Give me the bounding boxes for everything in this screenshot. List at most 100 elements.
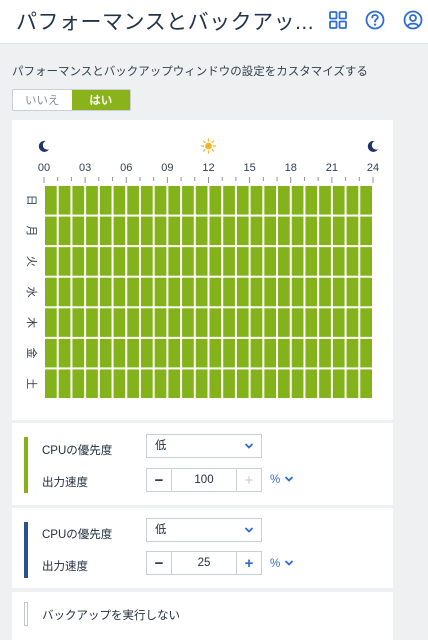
schedule-cell[interactable] xyxy=(236,338,249,368)
schedule-cell[interactable] xyxy=(127,186,139,215)
schedule-cell[interactable] xyxy=(264,247,277,276)
schedule-cell[interactable] xyxy=(250,277,263,307)
schedule-cell[interactable] xyxy=(99,186,112,215)
schedule-cell[interactable] xyxy=(250,338,263,368)
schedule-cell[interactable] xyxy=(113,216,126,246)
schedule-cell[interactable] xyxy=(127,338,139,368)
schedule-cell[interactable] xyxy=(168,186,181,215)
schedule-cell[interactable] xyxy=(236,369,249,398)
schedule-cell[interactable] xyxy=(278,308,290,337)
schedule-cell[interactable] xyxy=(127,247,139,276)
schedule-cell[interactable] xyxy=(182,369,194,398)
schedule-cell[interactable] xyxy=(86,216,98,246)
schedule-cell[interactable] xyxy=(72,277,85,307)
schedule-cell[interactable] xyxy=(360,186,372,215)
schedule-cell[interactable] xyxy=(168,247,181,276)
account-icon[interactable] xyxy=(402,9,424,31)
schedule-cell[interactable] xyxy=(182,338,194,368)
schedule-cell[interactable] xyxy=(72,369,85,398)
schedule-cell[interactable] xyxy=(127,216,139,246)
schedule-grid[interactable]: 00 03 06 09 12 15 18 21 24 日月火水木金土 xyxy=(12,120,393,420)
schedule-cell[interactable] xyxy=(113,338,126,368)
schedule-cell[interactable] xyxy=(346,369,359,398)
schedule-cell[interactable] xyxy=(236,308,249,337)
schedule-cell[interactable] xyxy=(99,277,112,307)
schedule-cell[interactable] xyxy=(278,277,290,307)
increment-button[interactable]: + xyxy=(237,469,261,491)
schedule-cell[interactable] xyxy=(291,277,304,307)
schedule-cell[interactable] xyxy=(264,369,277,398)
schedule-cell[interactable] xyxy=(45,369,57,398)
schedule-cell[interactable] xyxy=(236,277,249,307)
schedule-cell[interactable] xyxy=(99,247,112,276)
schedule-cell[interactable] xyxy=(127,308,139,337)
schedule-cell[interactable] xyxy=(113,247,126,276)
schedule-cell[interactable] xyxy=(360,308,372,337)
schedule-cell[interactable] xyxy=(346,308,359,337)
schedule-cell[interactable] xyxy=(86,186,98,215)
schedule-cell[interactable] xyxy=(291,308,304,337)
schedule-cell[interactable] xyxy=(291,247,304,276)
schedule-cell[interactable] xyxy=(360,338,372,368)
schedule-cell[interactable] xyxy=(236,216,249,246)
schedule-cell[interactable] xyxy=(291,369,304,398)
schedule-cell[interactable] xyxy=(332,308,345,337)
schedule-cell[interactable] xyxy=(278,247,290,276)
schedule-cell[interactable] xyxy=(278,369,290,398)
schedule-cell[interactable] xyxy=(346,277,359,307)
schedule-cell[interactable] xyxy=(127,277,139,307)
output-speed-input[interactable]: 25 xyxy=(171,552,237,574)
schedule-cell[interactable] xyxy=(264,308,277,337)
schedule-cell[interactable] xyxy=(140,216,153,246)
schedule-cell[interactable] xyxy=(264,338,277,368)
schedule-cell[interactable] xyxy=(319,186,331,215)
schedule-cell[interactable] xyxy=(99,308,112,337)
schedule-cell[interactable] xyxy=(305,369,318,398)
unit-select[interactable]: % xyxy=(270,558,294,570)
schedule-cell[interactable] xyxy=(86,369,98,398)
schedule-cell[interactable] xyxy=(278,216,290,246)
schedule-cell[interactable] xyxy=(195,338,208,368)
schedule-cell[interactable] xyxy=(209,338,222,368)
schedule-cell[interactable] xyxy=(72,308,85,337)
schedule-cell[interactable] xyxy=(195,308,208,337)
schedule-cell[interactable] xyxy=(140,277,153,307)
schedule-cell[interactable] xyxy=(319,247,331,276)
decrement-button[interactable]: − xyxy=(147,552,171,574)
schedule-cell[interactable] xyxy=(209,186,222,215)
schedule-cell[interactable] xyxy=(45,308,57,337)
grid-icon[interactable] xyxy=(327,9,349,31)
schedule-cell[interactable] xyxy=(360,216,372,246)
schedule-cell[interactable] xyxy=(250,308,263,337)
schedule-cell[interactable] xyxy=(223,308,235,337)
schedule-cell[interactable] xyxy=(305,247,318,276)
increment-button[interactable]: + xyxy=(237,552,261,574)
schedule-cell[interactable] xyxy=(236,247,249,276)
schedule-cell[interactable] xyxy=(346,216,359,246)
schedule-cell[interactable] xyxy=(58,308,71,337)
schedule-cell[interactable] xyxy=(154,277,167,307)
schedule-cell[interactable] xyxy=(264,186,277,215)
schedule-cell[interactable] xyxy=(99,216,112,246)
schedule-cell[interactable] xyxy=(168,369,181,398)
schedule-cell[interactable] xyxy=(86,247,98,276)
schedule-cell[interactable] xyxy=(127,369,139,398)
schedule-cell[interactable] xyxy=(332,216,345,246)
schedule-cell[interactable] xyxy=(154,338,167,368)
schedule-cell[interactable] xyxy=(58,216,71,246)
schedule-cell[interactable] xyxy=(291,216,304,246)
schedule-cell[interactable] xyxy=(223,186,235,215)
schedule-cell[interactable] xyxy=(45,216,57,246)
schedule-cell[interactable] xyxy=(140,186,153,215)
schedule-cell[interactable] xyxy=(360,369,372,398)
schedule-cell[interactable] xyxy=(86,308,98,337)
schedule-cell[interactable] xyxy=(291,338,304,368)
schedule-cell[interactable] xyxy=(223,247,235,276)
schedule-cell[interactable] xyxy=(209,369,222,398)
schedule-cell[interactable] xyxy=(99,369,112,398)
schedule-cell[interactable] xyxy=(140,308,153,337)
schedule-cell[interactable] xyxy=(72,186,85,215)
schedule-cell[interactable] xyxy=(182,216,194,246)
unit-select[interactable]: % xyxy=(270,474,294,486)
schedule-cell[interactable] xyxy=(168,277,181,307)
